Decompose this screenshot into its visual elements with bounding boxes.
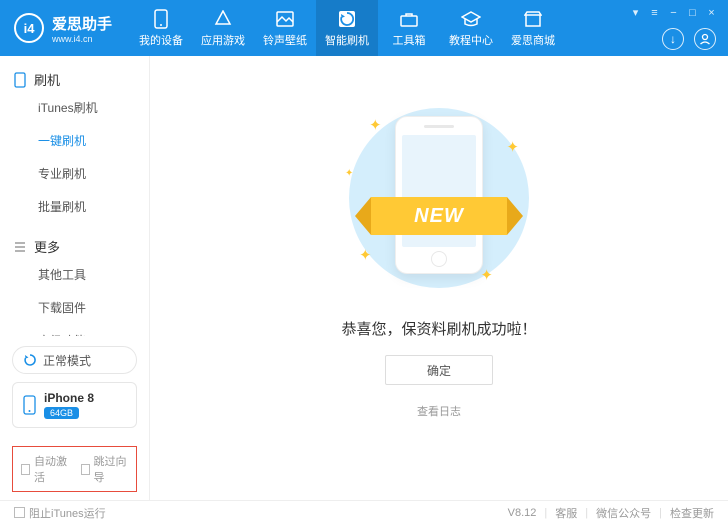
mode-pill[interactable]: 正常模式 bbox=[12, 346, 137, 374]
phone-outline-icon bbox=[14, 72, 26, 88]
refresh-icon bbox=[23, 353, 37, 367]
apps-icon bbox=[213, 9, 233, 29]
close-icon[interactable]: × bbox=[705, 6, 718, 19]
view-log-link[interactable]: 查看日志 bbox=[417, 403, 461, 419]
minimize-icon[interactable]: − bbox=[667, 6, 680, 19]
success-message: 恭喜您，保资料刷机成功啦！ bbox=[341, 318, 536, 339]
window-controls: ▾ ≡ − □ × bbox=[629, 6, 718, 19]
wechat-link[interactable]: 微信公众号 bbox=[596, 505, 651, 521]
ok-button[interactable]: 确定 bbox=[385, 355, 493, 385]
device-card[interactable]: iPhone 8 64GB bbox=[12, 382, 137, 428]
sparkle-icon: ✦ bbox=[369, 116, 382, 134]
sidebar: 刷机 iTunes刷机 一键刷机 专业刷机 批量刷机 更多 其他工具 下载固件 … bbox=[0, 56, 150, 500]
sparkle-icon: ✦ bbox=[506, 138, 519, 156]
sidebar-item-advanced[interactable]: 高级功能 bbox=[0, 324, 149, 336]
logo-icon: i4 bbox=[14, 13, 44, 43]
app-name: 爱思助手 bbox=[52, 13, 112, 34]
sidebar-item-pro[interactable]: 专业刷机 bbox=[0, 157, 149, 190]
sidebar-item-oneclick[interactable]: 一键刷机 bbox=[0, 124, 149, 157]
download-button[interactable]: ↓ bbox=[662, 28, 684, 50]
top-nav: 我的设备 应用游戏 铃声壁纸 智能刷机 工具箱 教程中心 爱思商城 bbox=[130, 0, 564, 56]
app-header: i4 爱思助手 www.i4.cn 我的设备 应用游戏 铃声壁纸 智能刷机 工具… bbox=[0, 0, 728, 56]
graduation-icon bbox=[461, 9, 481, 29]
success-illustration: NEW ✦ ✦ ✦ ✦ ✦ bbox=[329, 98, 549, 298]
new-ribbon: NEW bbox=[371, 197, 507, 235]
sidebar-item-batch[interactable]: 批量刷机 bbox=[0, 190, 149, 223]
sidebar-item-other[interactable]: 其他工具 bbox=[0, 258, 149, 291]
sidebar-item-download[interactable]: 下载固件 bbox=[0, 291, 149, 324]
update-link[interactable]: 检查更新 bbox=[670, 505, 714, 521]
flash-icon bbox=[337, 9, 357, 29]
nav-toolbox[interactable]: 工具箱 bbox=[378, 0, 440, 56]
app-url: www.i4.cn bbox=[52, 34, 112, 44]
support-link[interactable]: 客服 bbox=[555, 505, 577, 521]
nav-apps[interactable]: 应用游戏 bbox=[192, 0, 254, 56]
device-icon bbox=[23, 395, 36, 415]
block-itunes-checkbox[interactable]: 阻止iTunes运行 bbox=[0, 505, 106, 521]
sparkle-icon: ✦ bbox=[345, 168, 353, 179]
device-name: iPhone 8 bbox=[44, 391, 94, 405]
options-row: 自动激活 跳过向导 bbox=[12, 446, 137, 492]
sidebar-group-flash[interactable]: 刷机 bbox=[0, 56, 149, 91]
sparkle-icon: ✦ bbox=[359, 246, 372, 264]
status-bar: 阻止iTunes运行 V8.12 | 客服 | 微信公众号 | 检查更新 bbox=[0, 500, 728, 524]
phone-icon bbox=[151, 9, 171, 29]
toolbox-icon bbox=[399, 9, 419, 29]
main-content: NEW ✦ ✦ ✦ ✦ ✦ 恭喜您，保资料刷机成功啦！ 确定 查看日志 bbox=[150, 56, 728, 500]
nav-store[interactable]: 爱思商城 bbox=[502, 0, 564, 56]
user-button[interactable] bbox=[694, 28, 716, 50]
settings-icon[interactable]: ≡ bbox=[648, 6, 661, 19]
sparkle-icon: ✦ bbox=[480, 266, 493, 284]
auto-activate-checkbox[interactable]: 自动激活 bbox=[21, 453, 69, 485]
image-icon bbox=[275, 9, 295, 29]
nav-ringtone[interactable]: 铃声壁纸 bbox=[254, 0, 316, 56]
nav-flash[interactable]: 智能刷机 bbox=[316, 0, 378, 56]
storage-badge: 64GB bbox=[44, 407, 79, 419]
nav-tutorial[interactable]: 教程中心 bbox=[440, 0, 502, 56]
version-label: V8.12 bbox=[508, 507, 537, 519]
nav-my-device[interactable]: 我的设备 bbox=[130, 0, 192, 56]
skip-guide-checkbox[interactable]: 跳过向导 bbox=[81, 453, 129, 485]
app-logo: i4 爱思助手 www.i4.cn bbox=[0, 13, 126, 44]
maximize-icon[interactable]: □ bbox=[686, 6, 699, 19]
sidebar-item-itunes[interactable]: iTunes刷机 bbox=[0, 91, 149, 124]
sidebar-group-more[interactable]: 更多 bbox=[0, 223, 149, 258]
menu-icon[interactable]: ▾ bbox=[629, 6, 642, 19]
store-icon bbox=[523, 9, 543, 29]
menu-lines-icon bbox=[14, 241, 26, 253]
